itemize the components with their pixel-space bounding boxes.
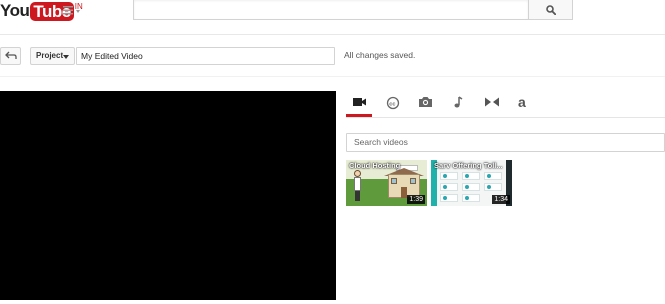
masthead: You Tube IN (0, 0, 665, 30)
tabs-divider (346, 117, 665, 118)
thumbnail-card (440, 172, 458, 180)
thumbnail-card (440, 194, 458, 202)
text-a-icon: a (518, 94, 526, 110)
thumbnail-person-legs (355, 191, 360, 201)
search-input[interactable] (133, 0, 529, 20)
video-title: Cloud Hosting (349, 161, 401, 170)
thumbnail-card (440, 183, 458, 191)
thumbnail-window (391, 178, 397, 184)
thumbnail-card (462, 183, 480, 191)
closed-captions-icon: cc (386, 96, 400, 110)
tab-text[interactable]: a (510, 92, 536, 116)
video-thumbnail[interactable]: Cloud Hosting 1:39 (346, 160, 427, 206)
toolbar-divider (0, 76, 665, 77)
video-title-input[interactable]: My Edited Video (76, 47, 335, 65)
video-editor-page: You Tube IN Project My Edited Video All … (0, 0, 665, 304)
thumbnail-person-head (354, 170, 361, 177)
thumbnail-card (484, 172, 502, 180)
thumbnail-card (484, 183, 502, 191)
chevron-down-icon (76, 10, 80, 13)
video-duration: 1:39 (407, 195, 425, 204)
photo-camera-icon (419, 97, 432, 107)
tab-photos[interactable] (412, 92, 438, 116)
project-button-label: Project (36, 51, 64, 60)
svg-text:cc: cc (389, 101, 395, 107)
music-note-icon (454, 96, 463, 108)
undo-arrow-icon (5, 51, 17, 59)
tab-audio[interactable] (446, 92, 472, 116)
transitions-icon (485, 97, 499, 107)
chevron-down-icon (63, 55, 69, 59)
hamburger-menu-icon (63, 6, 73, 15)
thumbnail-door (401, 187, 407, 198)
tab-creative-commons[interactable]: cc (380, 92, 406, 116)
undo-button[interactable] (0, 47, 21, 65)
save-status-text: All changes saved. (344, 50, 416, 60)
video-thumbnail[interactable]: Sarv Offering Toll... 1:34 (431, 160, 512, 206)
search-button[interactable] (528, 0, 573, 20)
masthead-divider (0, 34, 665, 35)
guide-menu-button[interactable] (61, 4, 83, 18)
logo-you-text: You (0, 1, 30, 20)
search-videos-input[interactable]: Search videos (346, 133, 665, 152)
thumbnail-card (462, 172, 480, 180)
video-title: Sarv Offering Toll... (434, 161, 503, 170)
thumbnail-window (410, 178, 416, 184)
video-camera-icon (353, 98, 366, 106)
thumbnail-person-body (354, 177, 361, 191)
tab-transitions[interactable] (478, 92, 504, 116)
search-icon (546, 5, 556, 15)
tab-videos[interactable] (346, 92, 372, 116)
video-preview-player[interactable] (0, 91, 336, 300)
project-menu-button[interactable]: Project (30, 47, 75, 65)
video-duration: 1:34 (492, 195, 510, 204)
thumbnail-card (462, 194, 480, 202)
